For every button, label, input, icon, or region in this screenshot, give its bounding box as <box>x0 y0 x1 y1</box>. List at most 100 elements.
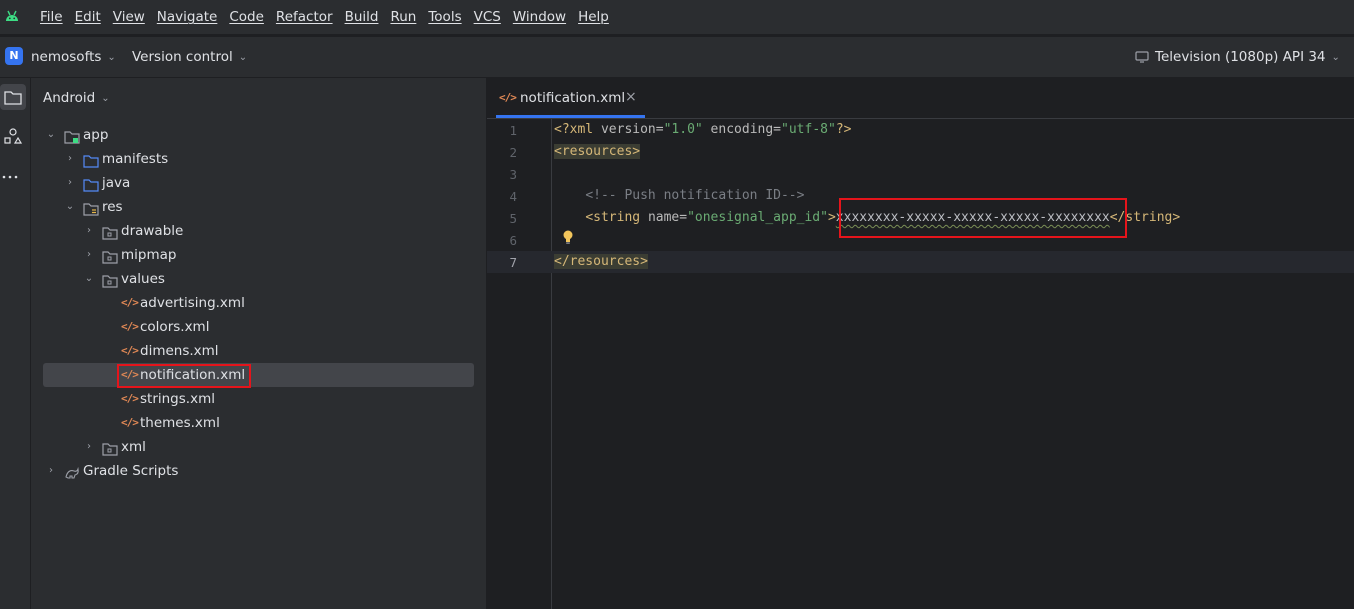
tree-item-label: colors.xml <box>140 319 210 335</box>
more-horizontal-icon <box>2 175 18 179</box>
chevron-down-icon: ⌄ <box>107 52 116 63</box>
chevron-right-icon[interactable]: › <box>64 171 76 195</box>
tree-item-java[interactable]: › java <box>43 171 473 195</box>
device-label: Television (1080p) API 34 <box>1155 49 1326 65</box>
tree-item-notification-xml[interactable]: </> notification.xml <box>43 363 473 387</box>
chevron-right-icon[interactable]: › <box>45 459 57 483</box>
code-line-7[interactable]: </resources> <box>554 251 648 273</box>
line-number: 3 <box>509 167 517 182</box>
menu-bar: File Edit View Navigate Code Refactor Bu… <box>0 0 1354 34</box>
resource-manager-button[interactable] <box>0 124 26 150</box>
menu-run[interactable]: Run <box>390 9 416 25</box>
code-comment: <!-- Push notification ID--> <box>585 188 805 203</box>
folder-icon <box>4 91 22 105</box>
menu-refactor[interactable]: Refactor <box>276 9 333 25</box>
main-toolbar: N nemosofts ⌄ Version control ⌄ Television… <box>0 37 1354 78</box>
version-control-menu[interactable]: Version control ⌄ <box>132 49 247 65</box>
tree-item-manifests[interactable]: › manifests <box>43 147 473 171</box>
device-icon <box>1135 51 1149 63</box>
code-line-4[interactable]: <!-- Push notification ID--> <box>554 185 804 207</box>
string-open-tag: <string <box>585 210 648 225</box>
tree-item-strings-xml[interactable]: </> strings.xml <box>43 387 473 411</box>
close-icon[interactable]: × <box>625 89 637 105</box>
editor-tab-bar: </> notification.xml × <box>487 78 1354 119</box>
tree-item-xml[interactable]: › xml <box>43 435 473 459</box>
xml-file-icon: </> <box>121 416 139 429</box>
chevron-down-icon: ⌄ <box>238 52 248 63</box>
tree-item-gradle-scripts[interactable]: › Gradle Scripts <box>43 459 473 483</box>
tree-item-res[interactable]: ⌄ res <box>43 195 473 219</box>
line-number: 6 <box>509 233 517 248</box>
menu-build[interactable]: Build <box>345 9 379 25</box>
shapes-icon <box>4 128 23 144</box>
tree-item-mipmap[interactable]: › mipmap <box>43 243 473 267</box>
tree-item-label: themes.xml <box>140 415 220 431</box>
project-name: nemosofts <box>31 49 102 65</box>
chevron-down-icon[interactable]: ⌄ <box>83 267 95 291</box>
project-view-label: Android <box>43 90 96 106</box>
project-selector[interactable]: nemosofts ⌄ <box>31 49 116 65</box>
tree-item-colors-xml[interactable]: </> colors.xml <box>43 315 473 339</box>
version-control-label: Version control <box>132 49 233 65</box>
tree-item-values[interactable]: ⌄ values <box>43 267 473 291</box>
tree-item-dimens-xml[interactable]: </> dimens.xml <box>43 339 473 363</box>
tree-item-app[interactable]: ⌄ app <box>43 123 473 147</box>
line-number: 7 <box>509 255 517 270</box>
chevron-right-icon[interactable]: › <box>64 147 76 171</box>
code-line-2[interactable]: <resources> <box>554 141 641 163</box>
line-number: 2 <box>509 145 517 160</box>
tree-item-label: dimens.xml <box>140 343 219 359</box>
attr-name: name= <box>647 210 688 225</box>
device-selector[interactable]: Television (1080p) API 34 ⌄ <box>1135 49 1340 65</box>
tree-item-label: drawable <box>121 223 184 239</box>
tab-notification-xml[interactable]: </> notification.xml × <box>487 78 645 118</box>
xml-file-icon: </> <box>121 320 139 333</box>
menu-view[interactable]: View <box>113 9 145 25</box>
xml-file-icon: </> <box>121 344 139 357</box>
more-tools-button[interactable] <box>0 164 26 190</box>
highlight-box-app-id <box>839 198 1127 238</box>
tree-item-advertising-xml[interactable]: </> advertising.xml <box>43 291 473 315</box>
line-number: 1 <box>509 123 517 138</box>
attr-name: version= <box>600 122 664 137</box>
attr-value: "onesignal_app_id" <box>687 210 828 225</box>
android-studio-logo-icon[interactable] <box>5 10 19 26</box>
menu-file[interactable]: File <box>40 9 63 25</box>
menu-vcs[interactable]: VCS <box>474 9 501 25</box>
chevron-right-icon[interactable]: › <box>83 435 95 459</box>
tree-item-label: strings.xml <box>140 391 215 407</box>
line-number: 4 <box>509 189 517 204</box>
chevron-down-icon[interactable]: ⌄ <box>45 123 57 147</box>
chevron-down-icon: ⌄ <box>1331 52 1340 63</box>
menu-edit[interactable]: Edit <box>75 9 101 25</box>
chevron-right-icon[interactable]: › <box>83 219 95 243</box>
tag-bracket: > <box>827 210 836 225</box>
project-avatar[interactable]: N <box>5 47 23 65</box>
xml-declaration: <?xml <box>554 122 601 137</box>
menu-navigate[interactable]: Navigate <box>157 9 218 25</box>
chevron-down-icon[interactable]: ⌄ <box>64 195 76 219</box>
menu-tools[interactable]: Tools <box>428 9 461 25</box>
tool-window-strip <box>0 78 31 609</box>
lightbulb-icon[interactable] <box>561 229 575 249</box>
tree-item-label: manifests <box>102 151 169 167</box>
project-tool-button[interactable] <box>0 84 26 110</box>
project-view-selector[interactable]: Android ⌄ <box>43 86 110 110</box>
tree-item-label: mipmap <box>121 247 177 263</box>
tree-item-label: java <box>102 175 131 191</box>
attr-value: "1.0" <box>663 122 703 137</box>
tree-item-themes-xml[interactable]: </> themes.xml <box>43 411 473 435</box>
chevron-right-icon[interactable]: › <box>83 243 95 267</box>
tab-label: notification.xml <box>520 90 626 106</box>
code-line-1[interactable]: <?xml version="1.0" encoding="utf-8"?> <box>554 119 851 141</box>
tree-item-label: app <box>83 127 109 143</box>
line-number: 5 <box>509 211 517 226</box>
menu-code[interactable]: Code <box>229 9 264 25</box>
xml-file-icon: </> <box>499 91 517 104</box>
tree-item-label: advertising.xml <box>140 295 245 311</box>
menu-window[interactable]: Window <box>513 9 566 25</box>
menu-help[interactable]: Help <box>578 9 609 25</box>
tree-item-label: res <box>102 199 123 215</box>
tree-item-drawable[interactable]: › drawable <box>43 219 473 243</box>
tree-item-label: Gradle Scripts <box>83 463 179 479</box>
